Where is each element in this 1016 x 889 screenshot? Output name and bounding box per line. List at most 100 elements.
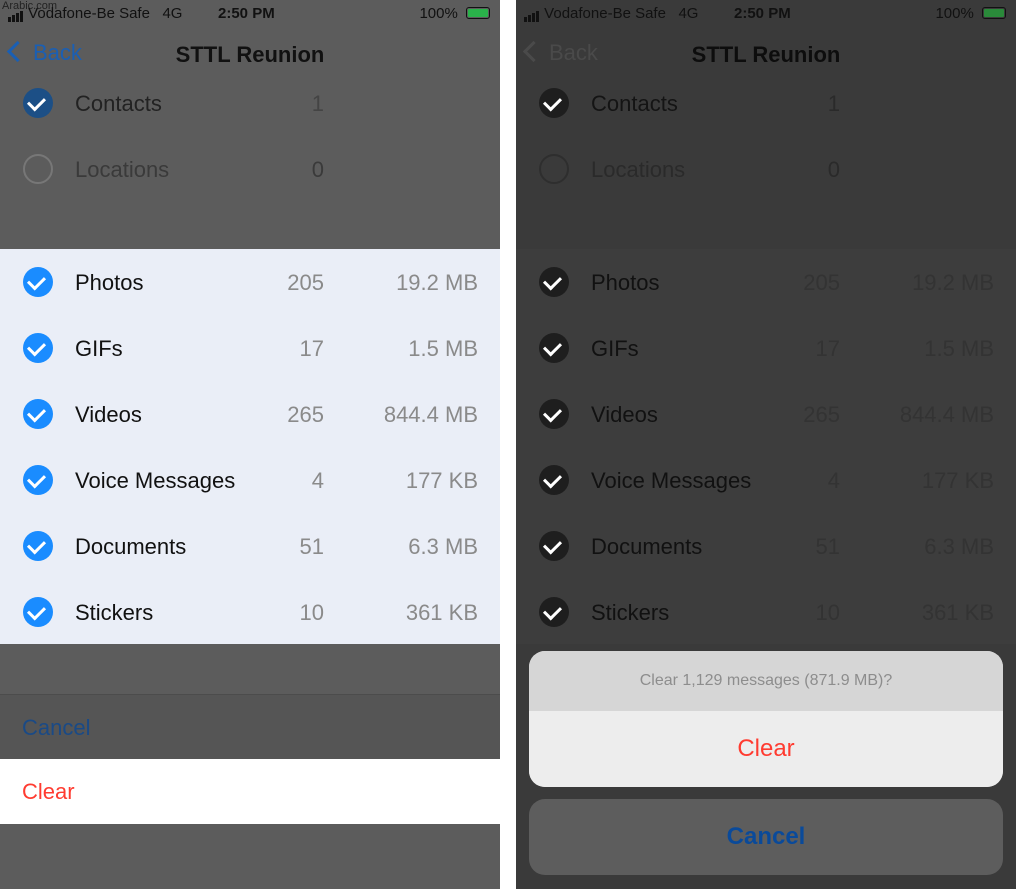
item-label: GIFs: [75, 336, 123, 361]
list-item-gifs[interactable]: GIFs 17 1.5 MB: [516, 315, 1016, 381]
network-type: 4G: [678, 5, 699, 22]
item-count: 51: [299, 534, 324, 559]
left-screen: Arabic.com Vodafone-Be Safe 4G 2:50 PM 1…: [0, 0, 500, 889]
list-item-locations[interactable]: Locations 0: [0, 136, 500, 202]
item-count: 4: [311, 468, 324, 493]
checkmark-icon[interactable]: [23, 531, 53, 561]
item-label: Contacts: [75, 91, 162, 116]
battery-percent: 100%: [419, 5, 458, 22]
sheet-cancel-button[interactable]: Cancel: [529, 799, 1003, 875]
item-count: 205: [803, 270, 840, 295]
right-screen: Vodafone-Be Safe 4G 2:50 PM 100% Back ST…: [516, 0, 1016, 889]
list-item-stickers[interactable]: Stickers 10 361 KB: [0, 579, 500, 645]
checkmark-icon[interactable]: [539, 333, 569, 363]
media-type-list: Photos 205 19.2 MB GIFs 17 1.5 MB Videos…: [516, 249, 1016, 644]
checkmark-icon[interactable]: [23, 333, 53, 363]
item-size: 361 KB: [405, 600, 478, 625]
item-count: 265: [803, 402, 840, 427]
network-type: 4G: [162, 5, 183, 22]
item-label: Photos: [75, 270, 144, 295]
item-count: 10: [299, 600, 324, 625]
checkmark-icon[interactable]: [539, 88, 569, 118]
item-count: 0: [827, 157, 840, 182]
list-item-documents[interactable]: Documents 51 6.3 MB: [0, 513, 500, 579]
list-item-voice-messages[interactable]: Voice Messages 4 177 KB: [0, 447, 500, 513]
item-size: 1.5 MB: [408, 336, 478, 361]
signal-icon: [524, 5, 540, 22]
item-count: 17: [299, 336, 324, 361]
action-sheet: Clear 1,129 messages (871.9 MB)? Clear: [529, 651, 1003, 787]
list-item-voice-messages[interactable]: Voice Messages 4 177 KB: [516, 447, 1016, 513]
battery-icon: [982, 7, 1006, 19]
item-label: Voice Messages: [75, 468, 236, 493]
checkmark-icon[interactable]: [23, 88, 53, 118]
item-size: 19.2 MB: [912, 270, 994, 295]
item-size: 6.3 MB: [408, 534, 478, 559]
item-count: 265: [287, 402, 324, 427]
clear-button[interactable]: Clear: [0, 759, 500, 824]
status-bar: Vodafone-Be Safe 4G 2:50 PM 100%: [516, 0, 1016, 28]
checkmark-icon[interactable]: [539, 465, 569, 495]
item-label: Locations: [591, 157, 686, 182]
item-count: 205: [287, 270, 324, 295]
page-title: STTL Reunion: [175, 42, 325, 67]
list-item-photos[interactable]: Photos 205 19.2 MB: [0, 249, 500, 315]
item-size: 844.4 MB: [899, 402, 994, 427]
item-count: 10: [815, 600, 840, 625]
item-count: 51: [815, 534, 840, 559]
item-label: Documents: [591, 534, 703, 559]
battery-icon: [466, 7, 490, 19]
clear-label: Clear: [22, 779, 75, 804]
clock: 2:50 PM: [218, 5, 275, 22]
list-item-stickers[interactable]: Stickers 10 361 KB: [516, 579, 1016, 645]
item-label: Stickers: [591, 600, 670, 625]
item-label: GIFs: [591, 336, 639, 361]
battery-percent: 100%: [935, 5, 974, 22]
item-size: 361 KB: [921, 600, 994, 625]
checkmark-icon[interactable]: [539, 399, 569, 429]
checkmark-icon[interactable]: [23, 267, 53, 297]
item-count: 17: [815, 336, 840, 361]
list-item-videos[interactable]: Videos 265 844.4 MB: [516, 381, 1016, 447]
list-item-gifs[interactable]: GIFs 17 1.5 MB: [0, 315, 500, 381]
item-label: Stickers: [75, 600, 154, 625]
checkmark-icon[interactable]: [539, 531, 569, 561]
item-count: 4: [827, 468, 840, 493]
item-size: 177 KB: [921, 468, 994, 493]
list-item-videos[interactable]: Videos 265 844.4 MB: [0, 381, 500, 447]
item-count: 1: [827, 91, 840, 116]
page-title: STTL Reunion: [691, 42, 841, 67]
item-size: 177 KB: [405, 468, 478, 493]
item-label: Voice Messages: [591, 468, 752, 493]
item-label: Documents: [75, 534, 187, 559]
item-size: 6.3 MB: [924, 534, 994, 559]
carrier-name: Vodafone-Be Safe: [28, 5, 150, 22]
item-label: Contacts: [591, 91, 678, 116]
confirm-clear-button[interactable]: Clear: [529, 711, 1003, 787]
unchecked-circle-icon[interactable]: [539, 154, 569, 184]
checkmark-icon[interactable]: [23, 597, 53, 627]
carrier-name: Vodafone-Be Safe: [544, 5, 666, 22]
item-size: 19.2 MB: [396, 270, 478, 295]
unchecked-circle-icon[interactable]: [23, 154, 53, 184]
item-label: Photos: [591, 270, 660, 295]
clock: 2:50 PM: [734, 5, 791, 22]
divider: [500, 0, 516, 889]
item-label: Videos: [591, 402, 658, 427]
item-size: 1.5 MB: [924, 336, 994, 361]
checkmark-icon[interactable]: [539, 597, 569, 627]
checkmark-icon[interactable]: [539, 267, 569, 297]
list-item-photos[interactable]: Photos 205 19.2 MB: [516, 249, 1016, 315]
cancel-label: Cancel: [22, 715, 91, 740]
item-label: Locations: [75, 157, 170, 182]
cancel-button[interactable]: Cancel: [0, 694, 500, 759]
alert-message: Clear 1,129 messages (871.9 MB)?: [529, 651, 1003, 711]
checkmark-icon[interactable]: [23, 399, 53, 429]
signal-icon: [8, 5, 24, 22]
list-item-documents[interactable]: Documents 51 6.3 MB: [516, 513, 1016, 579]
media-type-list: Photos 205 19.2 MB GIFs 17 1.5 MB Videos…: [0, 249, 500, 644]
list-item-contacts[interactable]: Contacts 1: [516, 70, 1016, 136]
list-item-locations[interactable]: Locations 0: [516, 136, 1016, 202]
checkmark-icon[interactable]: [23, 465, 53, 495]
list-item-contacts[interactable]: Contacts 1: [0, 70, 500, 136]
